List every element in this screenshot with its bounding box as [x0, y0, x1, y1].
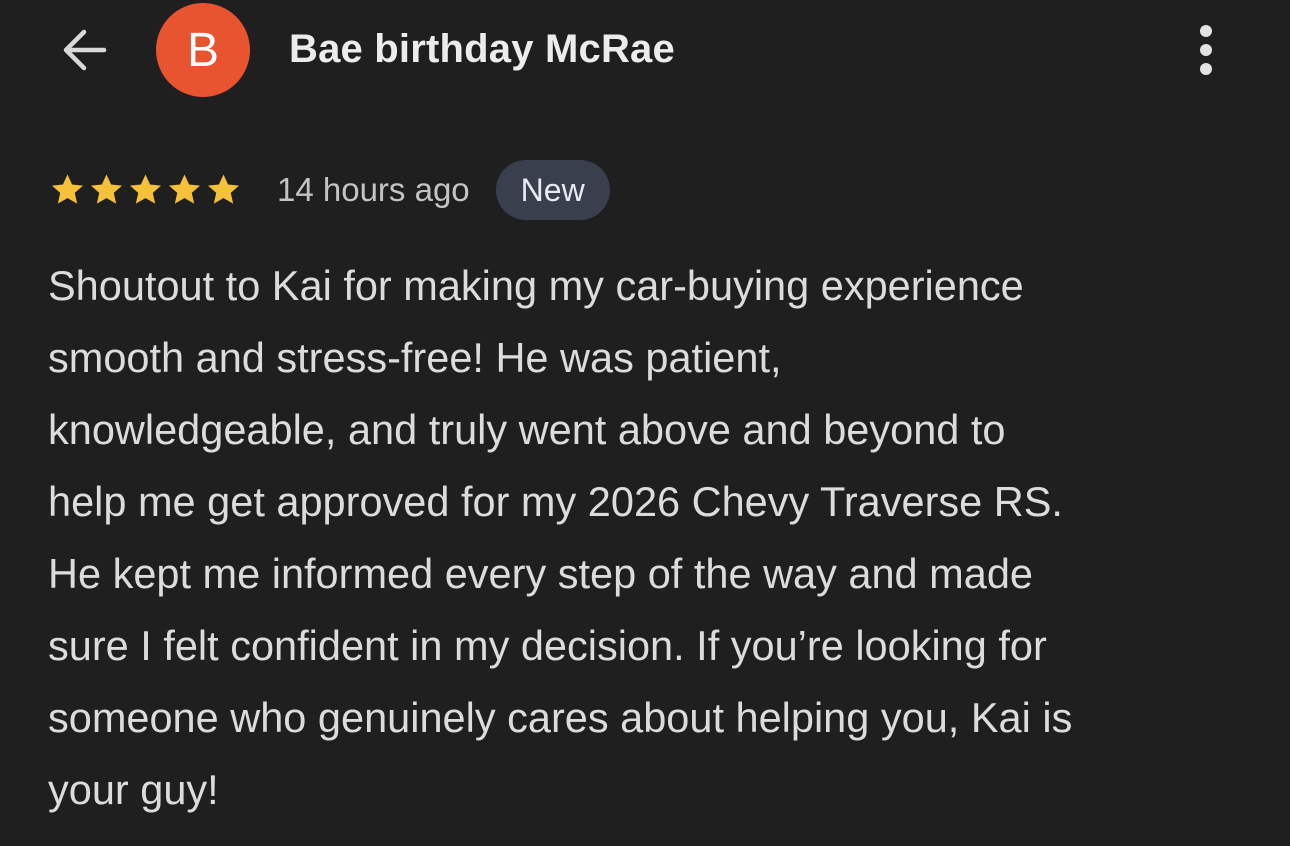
arrow-left-icon — [63, 29, 107, 71]
star-icon — [129, 174, 162, 204]
new-badge: New — [495, 160, 610, 220]
review-meta: 14 hours ago New — [48, 160, 610, 220]
star-icon — [207, 174, 240, 204]
avatar-letter: B — [186, 23, 219, 77]
reviewer-name[interactable]: Bae birthday McRae — [289, 27, 675, 72]
star-icon — [168, 174, 201, 204]
review-header: B Bae birthday McRae — [0, 0, 1290, 110]
review-time: 14 hours ago — [277, 171, 470, 208]
star-icon — [51, 174, 84, 204]
star-rating — [48, 171, 243, 209]
back-button[interactable] — [52, 18, 116, 82]
review-text: Shoutout to Kai for making my car-buying… — [48, 262, 1073, 813]
more-options-button[interactable] — [1180, 18, 1232, 82]
more-vertical-icon-dot — [1200, 44, 1212, 56]
star-icon — [90, 174, 123, 204]
avatar[interactable]: B — [156, 3, 250, 97]
more-vertical-icon — [1200, 25, 1212, 37]
more-vertical-icon-dot — [1200, 63, 1212, 75]
